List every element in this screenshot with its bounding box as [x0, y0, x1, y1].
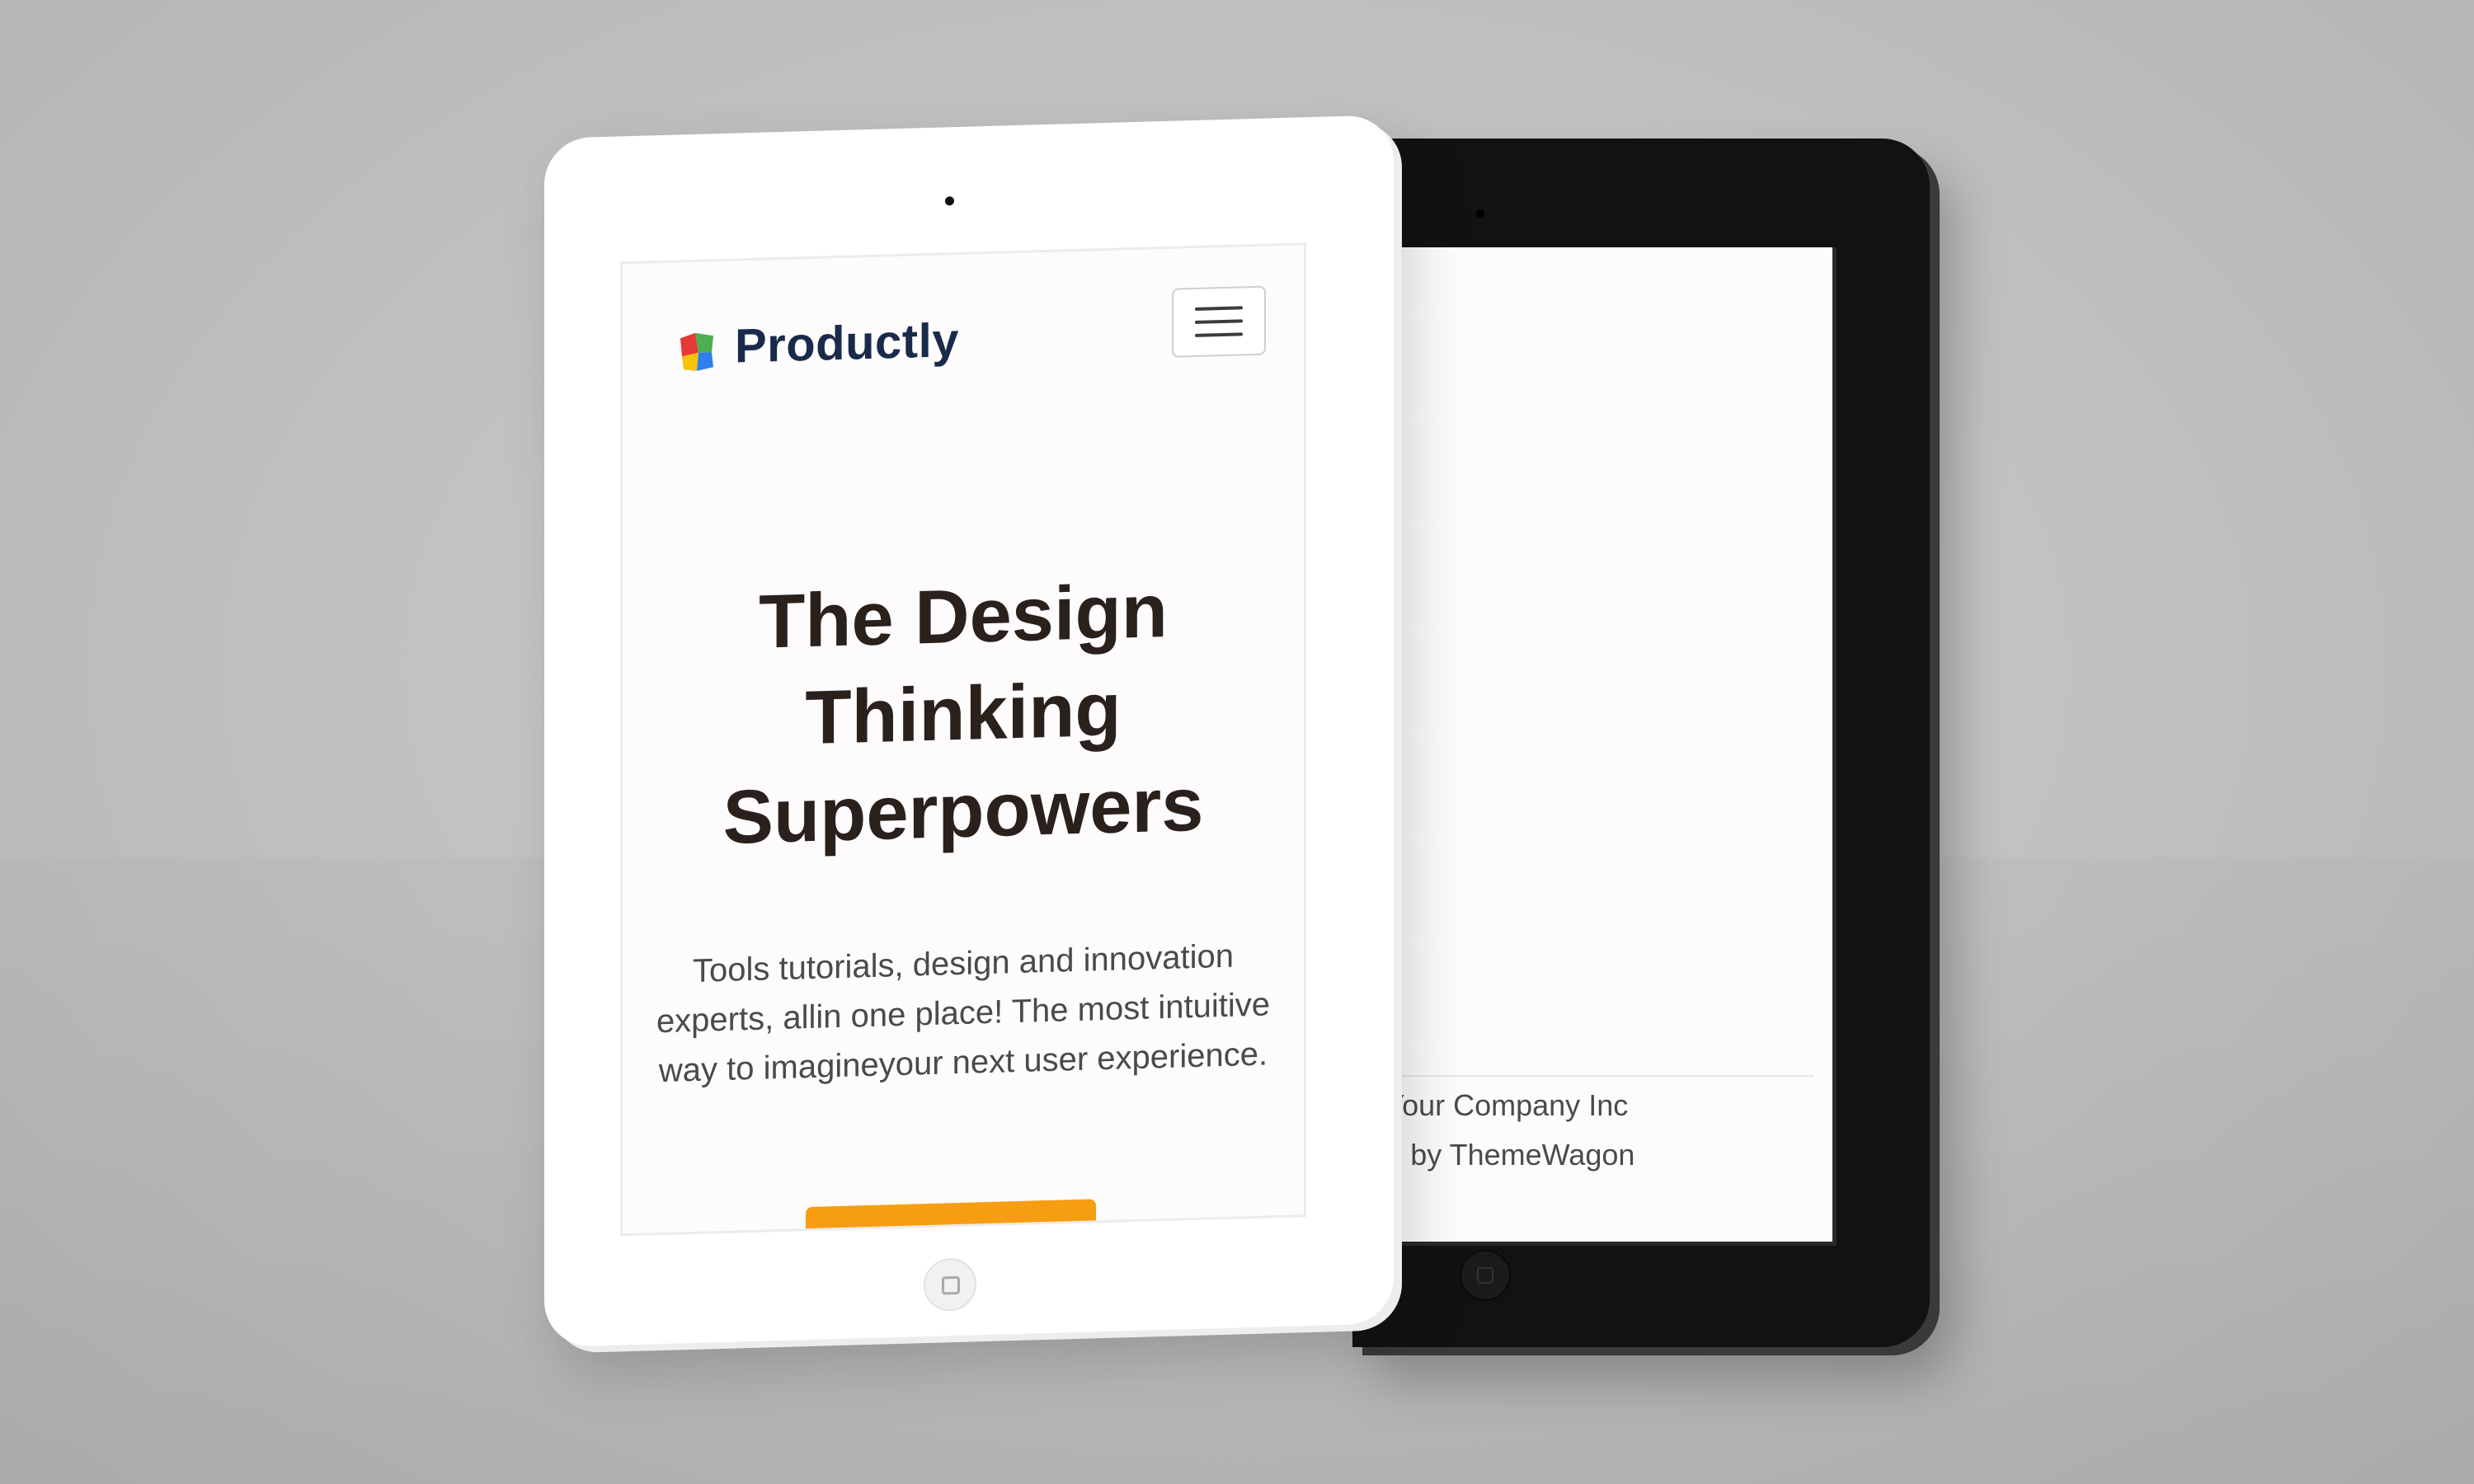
- credit-link[interactable]: ThemeWagon: [1450, 1138, 1635, 1172]
- hero-title-line-1: The Design: [759, 568, 1168, 665]
- home-button-icon[interactable]: [924, 1257, 976, 1313]
- hamburger-menu-button[interactable]: [1172, 285, 1266, 358]
- footer-divider: [1352, 1075, 1814, 1077]
- tablet-white-device: Productly The Design Thinking Superpower…: [544, 115, 1394, 1347]
- hamburger-line: [1195, 319, 1243, 324]
- by-text: by: [1410, 1138, 1442, 1172]
- copyright-text: 2 Your Company Inc: [1361, 1088, 1629, 1122]
- camera-icon: [945, 196, 954, 206]
- hero-title-line-3: Superpowers: [722, 762, 1204, 860]
- hero-title: The Design Thinking Superpowers: [639, 559, 1287, 869]
- brand-name[interactable]: Productly: [735, 312, 959, 374]
- footer-copyright: 2 Your Company Inc: [1361, 1088, 1628, 1123]
- footer-credit: h ❤ by ThemeWagon: [1352, 1138, 1634, 1172]
- cta-button[interactable]: [806, 1199, 1096, 1237]
- hero-description: Tools tutorials, design and innovation e…: [656, 937, 1271, 1090]
- hero-title-line-2: Thinking: [805, 667, 1122, 761]
- hamburger-line: [1195, 332, 1243, 337]
- home-button-icon[interactable]: [1460, 1250, 1511, 1301]
- hamburger-line: [1195, 306, 1243, 311]
- productly-logo-icon[interactable]: [674, 327, 720, 375]
- tablet-black-screen: 2 Your Company Inc h ❤ by ThemeWagon: [1352, 247, 1837, 1246]
- camera-icon: [1476, 209, 1484, 218]
- tablet-white-screen: Productly The Design Thinking Superpower…: [620, 242, 1306, 1237]
- tablet-black-device: 2 Your Company Inc h ❤ by ThemeWagon: [1352, 139, 1930, 1347]
